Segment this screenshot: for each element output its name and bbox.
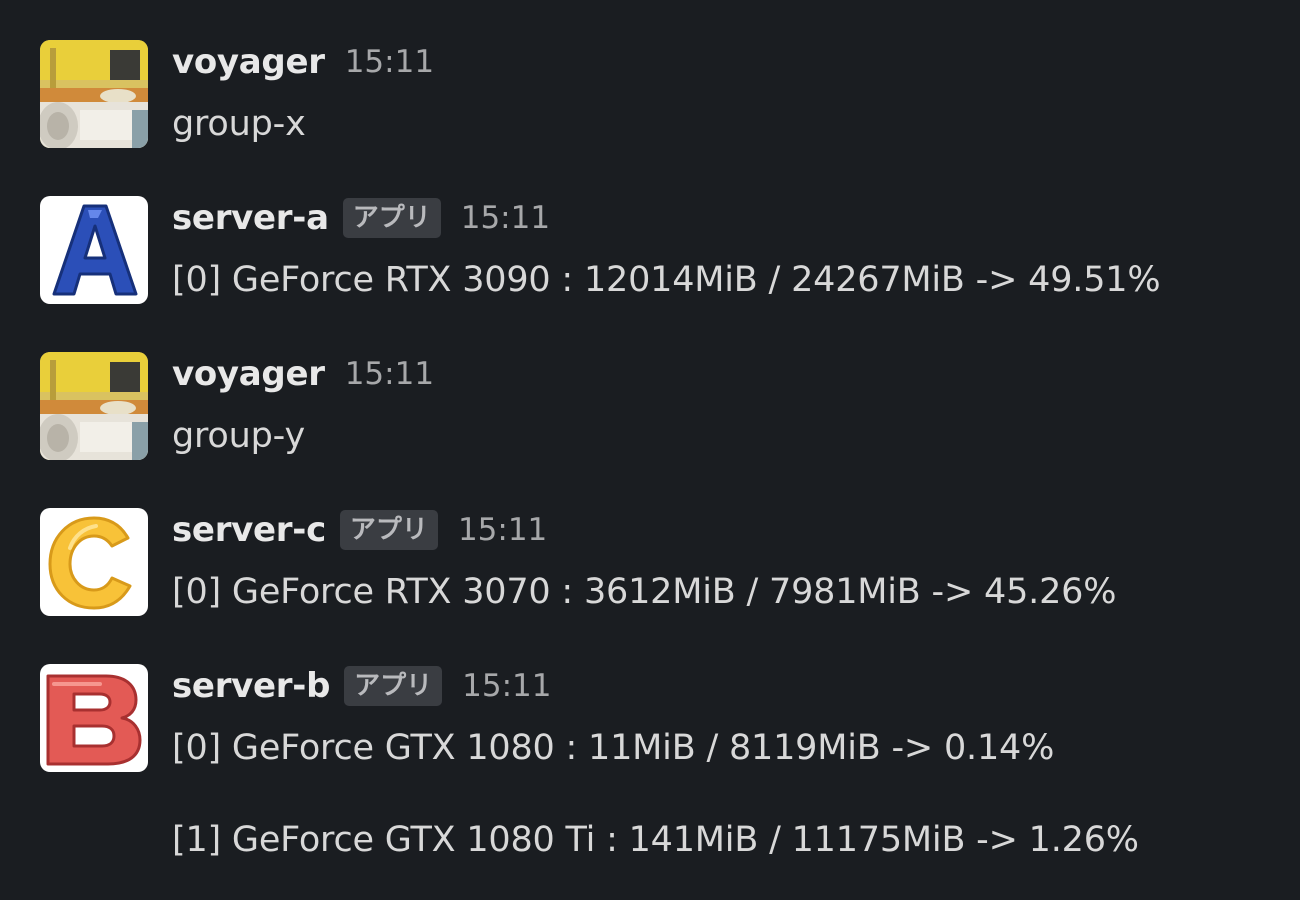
user-avatar[interactable] (40, 40, 148, 148)
timestamp[interactable]: 15:11 (345, 356, 434, 392)
message-text: group-x (172, 104, 306, 144)
app-avatar[interactable] (40, 664, 148, 772)
message: voyager 15:11 group-x (40, 40, 1280, 150)
app-badge: アプリ (342, 198, 441, 238)
message-header: server-a アプリ 15:11 (172, 196, 550, 240)
message-text: [1] GeForce GTX 1080 Ti : 141MiB / 11175… (172, 820, 1139, 860)
message: server-b アプリ 15:11 [0] GeForce GTX 1080 … (40, 664, 1280, 864)
author-name[interactable]: server-c (172, 510, 326, 550)
app-badge: アプリ (339, 510, 438, 550)
app-avatar[interactable] (40, 196, 148, 304)
message: server-a アプリ 15:11 [0] GeForce RTX 3090 … (40, 196, 1280, 306)
author-name[interactable]: voyager (172, 42, 325, 82)
message-header: voyager 15:11 (172, 352, 434, 396)
message-text: [0] GeForce RTX 3070 : 3612MiB / 7981MiB… (172, 572, 1117, 612)
user-avatar[interactable] (40, 352, 148, 460)
message-feed: voyager 15:11 group-x server-a アプリ 15:11… (0, 0, 1300, 900)
app-badge: アプリ (344, 666, 443, 706)
message: server-c アプリ 15:11 [0] GeForce RTX 3070 … (40, 508, 1280, 618)
message-text: [0] GeForce GTX 1080 : 11MiB / 8119MiB -… (172, 728, 1055, 768)
message-header: server-c アプリ 15:11 (172, 508, 547, 552)
letter-c-avatar (40, 508, 148, 616)
timestamp[interactable]: 15:11 (345, 44, 434, 80)
timestamp[interactable]: 15:11 (462, 668, 551, 704)
letter-a-avatar (40, 196, 148, 304)
app-avatar[interactable] (40, 508, 148, 616)
kitchen-photo-avatar (40, 352, 148, 460)
kitchen-photo-avatar (40, 40, 148, 148)
message-text: [0] GeForce RTX 3090 : 12014MiB / 24267M… (172, 260, 1161, 300)
timestamp[interactable]: 15:11 (461, 200, 550, 236)
author-name[interactable]: voyager (172, 354, 325, 394)
letter-b-avatar (40, 664, 148, 772)
timestamp[interactable]: 15:11 (458, 512, 547, 548)
message-header: voyager 15:11 (172, 40, 434, 84)
author-name[interactable]: server-a (172, 198, 329, 238)
message-header: server-b アプリ 15:11 (172, 664, 551, 708)
message-text: group-y (172, 416, 305, 456)
author-name[interactable]: server-b (172, 666, 330, 706)
message: voyager 15:11 group-y (40, 352, 1280, 462)
